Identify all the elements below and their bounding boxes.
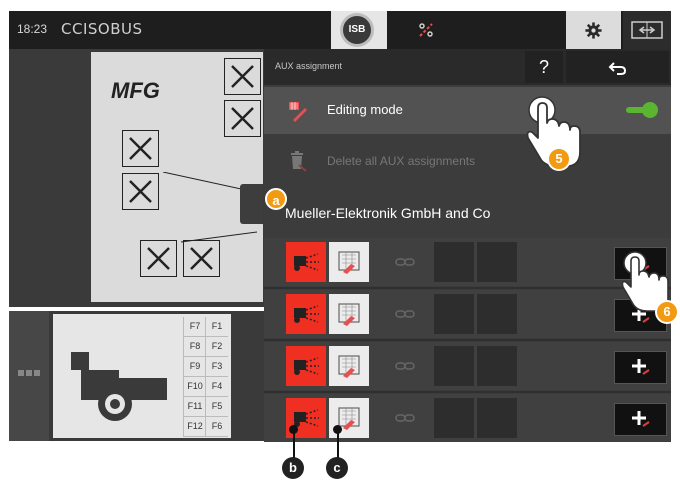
function-key[interactable]: F4	[205, 377, 228, 397]
assignment-slot[interactable]	[434, 398, 474, 438]
undo-icon	[608, 62, 626, 75]
function-key[interactable]: F3	[205, 357, 228, 377]
editing-mode-row[interactable]: Editing mode	[264, 87, 671, 134]
trash-icon	[291, 151, 307, 172]
more-dots-icon	[18, 370, 40, 376]
mask-softkey[interactable]	[122, 130, 159, 167]
settings-button[interactable]	[566, 11, 621, 49]
panel-header: AUX assignment ?	[264, 49, 671, 85]
delete-all-row[interactable]: Delete all AUX assignments	[264, 137, 671, 184]
edit-icon	[289, 102, 307, 122]
editing-mode-toggle[interactable]	[626, 102, 658, 118]
function-key[interactable]: F7	[183, 317, 206, 337]
row-divider	[264, 339, 671, 341]
trailer-icon	[71, 352, 167, 421]
isb-button[interactable]: ISB	[331, 11, 387, 49]
row-divider	[264, 391, 671, 393]
chain-link-icon	[395, 414, 415, 422]
callout-anchor	[289, 425, 298, 434]
mask-softkey[interactable]	[224, 58, 261, 95]
delete-all-label: Delete all AUX assignments	[327, 154, 476, 168]
assignment-slot[interactable]	[477, 398, 517, 438]
minimized-mask-area: F7 F1 F8 F2 F9 F3 F10 F4 F11 F5 F12 F6	[9, 311, 264, 441]
back-button[interactable]	[566, 51, 669, 83]
swap-screen-icon	[631, 21, 663, 39]
implement-mask: MFG	[91, 52, 263, 302]
callout-a: a	[265, 188, 287, 210]
assignment-slot[interactable]	[434, 242, 474, 282]
callout-c: c	[326, 457, 348, 479]
more-button[interactable]	[9, 311, 49, 441]
function-key[interactable]: F10	[183, 377, 206, 397]
mini-implement-view[interactable]: F7 F1 F8 F2 F9 F3 F10 F4 F11 F5 F12 F6	[53, 314, 231, 438]
aux-assignment-row	[264, 342, 671, 390]
aux-assignment-row	[264, 238, 671, 286]
mfg-logo: MFG	[111, 78, 160, 103]
panel-title: AUX assignment	[275, 61, 343, 71]
help-button[interactable]: ?	[525, 51, 563, 83]
implement-mask-area: MFG	[9, 49, 264, 307]
function-key[interactable]: F1	[205, 317, 228, 337]
function-key[interactable]: F5	[205, 397, 228, 417]
aux-assignment-panel: AUX assignment ? Editing mode Delete all…	[264, 49, 671, 442]
sprayer-function-icon[interactable]	[286, 346, 326, 386]
assignment-slot[interactable]	[477, 294, 517, 334]
assignment-slot[interactable]	[477, 346, 517, 386]
sprayer-function-icon[interactable]	[286, 242, 326, 282]
clock: 18:23	[17, 22, 48, 36]
aux-input-device	[240, 184, 263, 224]
row-divider	[264, 287, 671, 289]
tool-icon[interactable]	[416, 20, 436, 40]
aux-assignment-row	[264, 290, 671, 338]
sprayer-function-icon[interactable]	[286, 294, 326, 334]
top-status-bar: 18:23 CCISOBUS ISB	[9, 11, 671, 49]
add-assignment-button[interactable]	[614, 403, 667, 436]
assignment-slot[interactable]	[434, 294, 474, 334]
company-name: Mueller-Elektronik GmbH and Co	[285, 205, 491, 221]
assignment-slot[interactable]	[477, 242, 517, 282]
callout-anchor	[333, 425, 342, 434]
aux-input-icon[interactable]	[329, 346, 369, 386]
brand-label: CCISOBUS	[61, 20, 143, 38]
chain-link-icon	[395, 362, 415, 370]
add-assignment-button[interactable]	[614, 351, 667, 384]
aux-assignment-row	[264, 394, 671, 442]
function-key[interactable]: F12	[183, 417, 206, 437]
function-key[interactable]: F9	[183, 357, 206, 377]
assignment-slot[interactable]	[434, 346, 474, 386]
chain-link-icon	[395, 258, 415, 266]
aux-input-icon[interactable]	[329, 294, 369, 334]
swap-screen-button[interactable]	[623, 11, 671, 49]
function-key[interactable]: F8	[183, 337, 206, 357]
function-key[interactable]: F11	[183, 397, 206, 417]
chain-link-icon	[395, 310, 415, 318]
mask-softkey[interactable]	[224, 100, 261, 137]
gear-icon	[585, 22, 602, 39]
isb-icon: ISB	[340, 13, 374, 47]
function-key[interactable]: F6	[205, 417, 228, 437]
callout-6: 6	[655, 300, 679, 324]
editing-mode-label: Editing mode	[327, 102, 403, 117]
callout-b: b	[282, 457, 304, 479]
aux-input-icon[interactable]	[329, 242, 369, 282]
function-key[interactable]: F2	[205, 337, 228, 357]
callout-5: 5	[547, 147, 571, 171]
